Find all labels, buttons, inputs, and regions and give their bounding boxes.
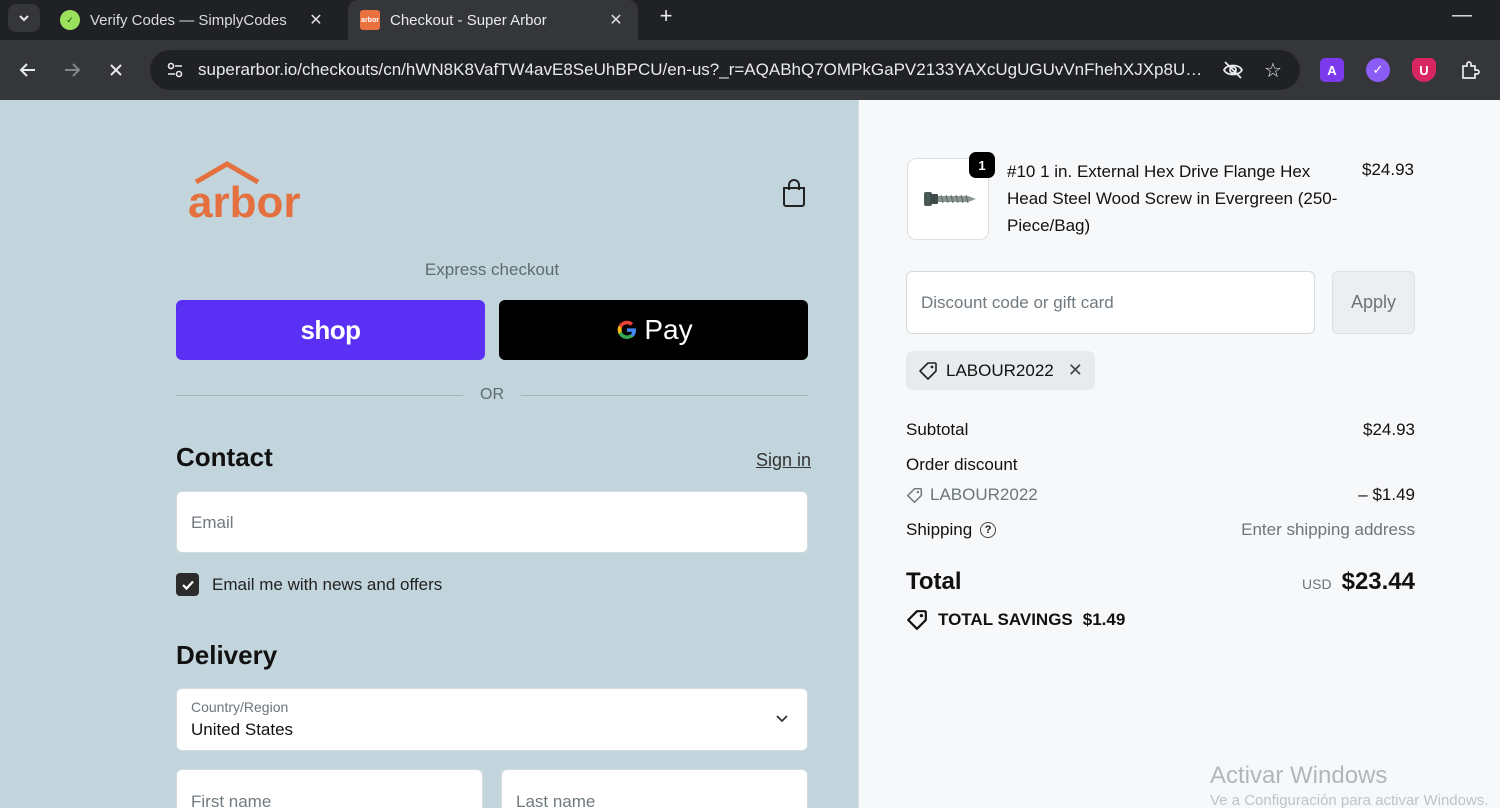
last-name-placeholder: Last name [516,792,596,808]
applied-discount-chip: LABOUR2022 ✕ [906,351,1095,390]
puzzle-icon[interactable] [1458,58,1482,82]
arbor-favicon-icon: arbor [360,10,380,30]
google-g-icon [618,320,637,339]
sign-in-link[interactable]: Sign in [756,450,811,471]
tab-checkout[interactable]: arbor Checkout - Super Arbor ✕ [348,0,638,40]
tab-title: Verify Codes — SimplyCodes [90,11,287,29]
help-icon[interactable]: ? [980,522,997,538]
discount-code-input[interactable]: Discount code or gift card [906,271,1315,334]
total-amount: USD $23.44 [1302,568,1415,596]
express-checkout-label: Express checkout [424,260,560,279]
browser-toolbar: superarbor.io/checkouts/cn/hWN8K8VafTW4a… [0,40,1500,100]
star-icon[interactable]: ☆ [1260,57,1286,83]
tag-icon [907,610,927,630]
new-tab-button[interactable]: + [654,4,678,28]
first-name-placeholder: First name [191,792,272,808]
discount-value: – $1.49 [1358,485,1415,504]
order-summary: 1 #10 1 in. External Hex Drive Flange He… [858,100,1500,808]
total-label: Total [906,568,962,595]
savings-label: TOTAL SAVINGS [938,610,1073,629]
subtotal-label: Subtotal [906,420,969,439]
last-name-field[interactable]: Last name [501,769,808,808]
back-icon [19,63,35,77]
newsletter-checkbox[interactable] [176,573,199,596]
windows-activation-subtext: Ve a Configuración para activar Windows. [1210,792,1489,808]
address-bar[interactable]: superarbor.io/checkouts/cn/hWN8K8VafTW4a… [150,50,1300,90]
shop-pay-button[interactable]: shop [176,300,485,360]
eye-off-icon[interactable] [1220,57,1246,83]
discount-code-cell: LABOUR2022 [906,485,1038,505]
applied-code: LABOUR2022 [946,360,1054,380]
forward-icon [65,63,81,77]
savings-value: $1.49 [1082,610,1126,629]
tab-search-button[interactable] [8,4,40,32]
country-value: United States [191,720,294,739]
shipping-value: Enter shipping address [1241,520,1415,539]
tab-bar: ✓ Verify Codes — SimplyCodes ✕ arbor Che… [0,0,1500,40]
extension-b-icon[interactable]: ✓ [1366,58,1390,82]
minimize-window-button[interactable]: — [1452,4,1472,27]
order-discount-label: Order discount [906,455,1018,474]
shipping-row: Shipping ? Enter shipping address [906,520,1415,540]
stop-loading-button[interactable] [100,54,132,86]
newsletter-checkbox-row[interactable]: Email me with news and offers [176,573,442,596]
discount-code: LABOUR2022 [930,485,1038,504]
quantity-badge: 1 [969,152,995,178]
forward-button[interactable] [56,54,88,86]
tag-icon [919,361,937,380]
tab-title: Checkout - Super Arbor [390,11,547,29]
extension-c-icon[interactable]: U [1412,58,1436,82]
checkmark-icon [181,580,194,590]
close-icon[interactable]: ✕ [306,10,326,30]
logo-text: arbor [188,178,301,227]
google-pay-button[interactable]: Pay [499,300,808,360]
shop-pay-label: shop [300,314,361,345]
subtotal-row: Subtotal $24.93 [906,420,1415,440]
product-price: $24.93 [1362,160,1414,179]
site-info-icon[interactable] [164,59,186,81]
total-row: Total USD $23.44 [906,568,1415,596]
or-separator: OR [480,386,504,403]
chevron-down-icon [776,715,788,723]
total-value: $23.44 [1341,568,1415,595]
apply-button[interactable]: Apply [1332,271,1415,334]
subtotal-value: $24.93 [1363,420,1415,439]
extension-a-icon[interactable]: A [1320,58,1344,82]
remove-discount-icon[interactable]: ✕ [1068,360,1083,381]
country-label: Country/Region [191,699,289,715]
country-select[interactable]: Country/Region United States [176,688,808,751]
order-discount-row: Order discount [906,455,1415,475]
checkout-main: arbor Express checkout shop Pay OR Conta… [0,100,858,808]
back-button[interactable] [12,54,44,86]
first-name-field[interactable]: First name [176,769,483,808]
shipping-label: Shipping [906,520,973,539]
delivery-heading: Delivery [176,640,278,670]
windows-activation-watermark: Activar Windows [1210,762,1388,789]
tab-simplycodes[interactable]: ✓ Verify Codes — SimplyCodes ✕ [48,0,338,40]
google-pay-label: Pay [644,314,693,345]
discount-placeholder: Discount code or gift card [921,293,1114,312]
chevron-down-icon [19,15,29,22]
newsletter-label: Email me with news and offers [212,574,443,594]
url-text[interactable]: superarbor.io/checkouts/cn/hWN8K8VafTW4a… [198,60,1206,80]
tag-icon [906,487,923,503]
product-name: #10 1 in. External Hex Drive Flange Hex … [1007,162,1338,235]
discount-code-row: LABOUR2022 – $1.49 [906,485,1415,505]
divider [176,395,463,396]
contact-heading: Contact [176,442,273,472]
email-placeholder: Email [191,513,234,532]
divider [521,395,808,396]
plus-icon: + [659,3,673,28]
shipping-label-cell: Shipping ? [906,520,997,540]
arbor-logo[interactable]: arbor [188,160,318,230]
total-savings: TOTAL SAVINGS $1.49 [906,609,1125,631]
close-icon[interactable]: ✕ [606,10,626,30]
stop-icon [110,64,122,76]
currency-code: USD [1302,576,1332,592]
simplycodes-favicon-icon: ✓ [60,10,80,30]
shopping-bag-icon[interactable] [780,178,808,208]
email-field[interactable]: Email [176,491,808,553]
